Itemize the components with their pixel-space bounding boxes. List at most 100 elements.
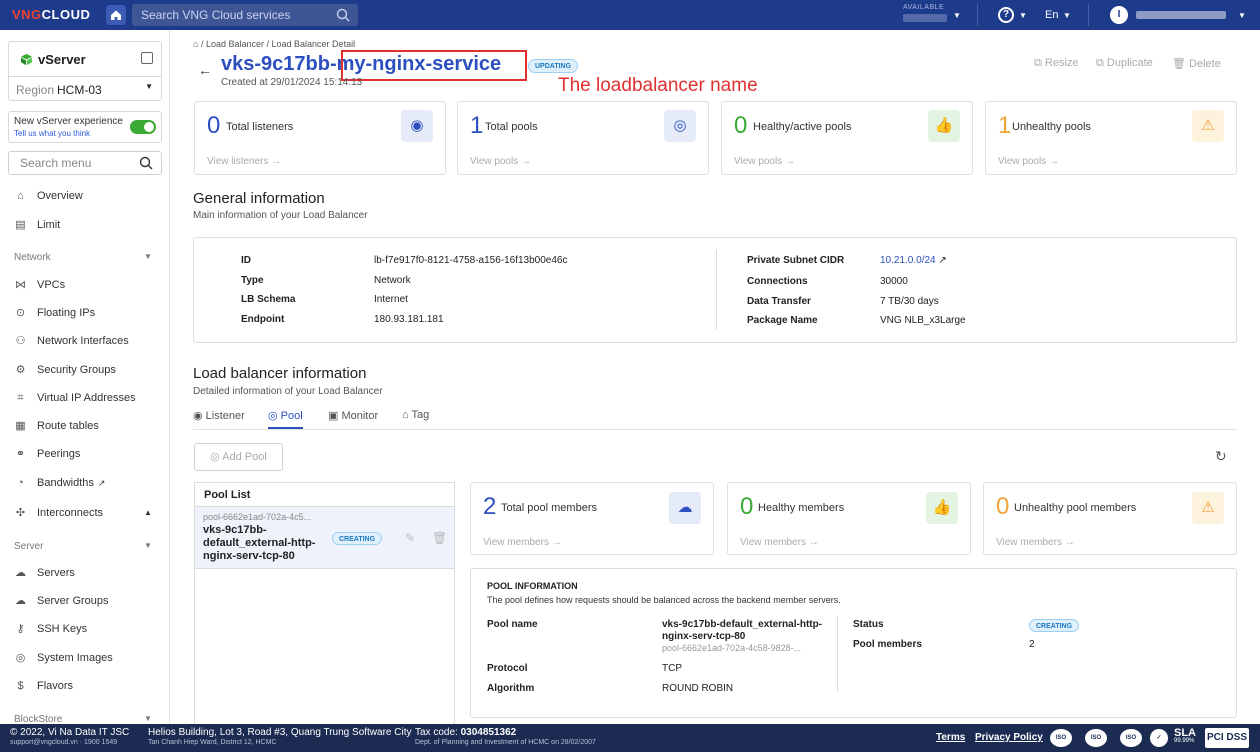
- view-pools-link[interactable]: View pools →: [998, 156, 1059, 167]
- region-selector[interactable]: Region HCM-03 ▼: [9, 76, 161, 101]
- peering-icon: ⚭: [15, 448, 26, 460]
- stat-unhealthy-members: 0 Unhealthy pool members ⚠ View members …: [983, 482, 1237, 555]
- collapse-sidebar-icon[interactable]: [141, 52, 153, 64]
- resize-icon: ⧉: [1034, 57, 1042, 69]
- sidebar-item-security-groups[interactable]: ⚙ Security Groups: [14, 360, 116, 380]
- external-link-icon: ↗: [938, 255, 947, 266]
- tab-monitor[interactable]: ▣ Monitor: [328, 409, 378, 422]
- sidebar-item-virtual-ip[interactable]: ⌗ Virtual IP Addresses: [14, 388, 135, 408]
- status-badge: UPDATING: [528, 59, 579, 73]
- vng-cloud-logo[interactable]: VNGCLOUD: [12, 7, 90, 22]
- view-listeners-link[interactable]: View listeners →: [207, 156, 281, 167]
- terms-link[interactable]: Terms: [936, 732, 965, 743]
- project-selector[interactable]: [903, 14, 947, 22]
- server-group-icon: ☁: [15, 595, 26, 607]
- vserver-icon: [20, 53, 33, 66]
- home-icon: [111, 10, 121, 20]
- iso-badge: ISO: [1120, 729, 1142, 747]
- tax-sub: Dept. of Planning and Investment of HCMC…: [415, 739, 596, 746]
- sidebar-item-limit[interactable]: ▤ Limit: [14, 215, 60, 235]
- security-group-icon: ⚙: [15, 364, 26, 376]
- region-label: Region: [16, 83, 55, 97]
- lb-info-title: Load balancer information: [193, 365, 367, 382]
- pool-info-title: POOL INFORMATION: [487, 581, 578, 591]
- key-icon: ⚷: [16, 623, 25, 635]
- sidebar-item-bandwidths[interactable]: ◔ Bandwidths ↗: [14, 473, 105, 493]
- sidebar-item-flavors[interactable]: $ Flavors: [14, 676, 73, 696]
- stat-total-pools: 1 Total pools ◎ View pools →: [457, 101, 709, 175]
- sidebar-item-vpcs[interactable]: ⋈ VPCs: [14, 275, 65, 295]
- resize-button[interactable]: ⧉ Resize: [1034, 57, 1079, 70]
- chevron-down-icon[interactable]: ▼: [1238, 11, 1246, 20]
- feedback-link[interactable]: Tell us what you think: [14, 129, 90, 138]
- home-button[interactable]: [106, 5, 126, 25]
- sidebar-section-blockstore[interactable]: BlockStore ▼: [14, 714, 152, 724]
- chevron-down-icon: ▼: [144, 541, 152, 550]
- tab-tag[interactable]: ⌂ Tag: [402, 409, 429, 421]
- privacy-policy-link[interactable]: Privacy Policy: [975, 732, 1043, 743]
- sidebar-item-peerings[interactable]: ⚭ Peerings: [14, 444, 81, 464]
- virtual-ip-icon: ⌗: [17, 392, 24, 404]
- image-icon: ◎: [15, 652, 26, 664]
- pool-icon: ◎: [210, 451, 220, 463]
- language-selector[interactable]: En: [1045, 9, 1058, 21]
- view-members-link[interactable]: View members →: [996, 537, 1075, 548]
- sidebar-item-servers[interactable]: ☁ Servers: [14, 563, 75, 583]
- stat-total-pool-members: 2 Total pool members ☁ View members →: [470, 482, 714, 555]
- sidebar-item-network-interfaces[interactable]: ⚇ Network Interfaces: [14, 331, 129, 351]
- chevron-down-icon[interactable]: ▼: [1063, 11, 1071, 20]
- route-table-icon: ▦: [15, 420, 26, 432]
- lb-id: lb-f7e917f0-8121-4758-a156-16f13b00e46c: [374, 255, 568, 266]
- tab-pool[interactable]: ◎ Pool: [268, 409, 303, 429]
- view-members-link[interactable]: View members →: [740, 537, 819, 548]
- home-icon[interactable]: ⌂: [193, 39, 198, 49]
- annotation-text: The loadbalancer name: [558, 75, 758, 96]
- external-link-icon: ↗: [97, 478, 106, 488]
- subnet-cidr-link[interactable]: 10.21.0.0/24 ↗: [880, 255, 947, 266]
- lb-info-subtitle: Detailed information of your Load Balanc…: [193, 386, 383, 397]
- breadcrumb-load-balancer[interactable]: Load Balancer: [206, 39, 264, 49]
- trash-icon[interactable]: 🗑: [432, 531, 447, 545]
- duplicate-button[interactable]: ⧉ Duplicate: [1096, 57, 1153, 70]
- iso-badge: ISO: [1050, 729, 1072, 747]
- view-pools-link[interactable]: View pools →: [734, 156, 795, 167]
- sidebar-item-interconnects[interactable]: ✣ Interconnects ▲: [14, 503, 152, 523]
- tab-bar: ◉ Listener ◎ Pool ▣ Monitor ⌂ Tag: [193, 408, 1237, 430]
- add-pool-button[interactable]: ◎ Add Pool: [194, 443, 283, 471]
- sidebar-item-overview[interactable]: ⌂ Overview: [14, 186, 83, 206]
- user-name[interactable]: [1136, 11, 1226, 19]
- list-item[interactable]: pool-6662e1ad-702a-4c5... vks-9c17bb-def…: [195, 507, 454, 569]
- sidebar-item-floating-ips[interactable]: ⊙ Floating IPs: [14, 303, 95, 323]
- listener-icon: ◉: [401, 110, 433, 142]
- global-search-input[interactable]: Search VNG Cloud services: [132, 4, 358, 26]
- back-arrow-icon[interactable]: ←: [198, 62, 212, 78]
- menu-search-input[interactable]: Search menu: [8, 151, 162, 175]
- new-experience-toggle[interactable]: [130, 120, 156, 134]
- sidebar-item-ssh-keys[interactable]: ⚷ SSH Keys: [14, 619, 87, 639]
- pool-list-header: Pool List: [195, 483, 454, 507]
- edit-icon[interactable]: ✎: [405, 531, 415, 545]
- view-pools-link[interactable]: View pools →: [470, 156, 531, 167]
- status-badge: CREATING: [1029, 619, 1080, 632]
- sidebar-section-network[interactable]: Network ▼: [14, 252, 152, 263]
- sidebar-section-server[interactable]: Server ▼: [14, 541, 152, 552]
- warning-icon: ⚠: [1192, 492, 1224, 524]
- refresh-icon[interactable]: ↻: [1215, 448, 1227, 465]
- view-members-link[interactable]: View members →: [483, 537, 562, 548]
- home-icon: ⌂: [17, 190, 24, 202]
- chevron-down-icon[interactable]: ▼: [953, 11, 961, 20]
- help-icon[interactable]: ?: [998, 7, 1014, 23]
- chevron-down-icon[interactable]: ▼: [1019, 11, 1027, 20]
- thumbs-up-icon: 👍: [928, 110, 960, 142]
- avatar[interactable]: I: [1110, 6, 1128, 24]
- pool-information-box: POOL INFORMATION The pool defines how re…: [470, 568, 1237, 718]
- delete-button[interactable]: 🗑 Delete: [1172, 57, 1221, 70]
- sidebar-item-route-tables[interactable]: ▦ Route tables: [14, 416, 98, 436]
- service-title[interactable]: vServer: [20, 52, 86, 67]
- server-icon: ☁: [15, 567, 26, 579]
- sidebar-item-server-groups[interactable]: ☁ Server Groups: [14, 591, 109, 611]
- tab-listener[interactable]: ◉ Listener: [193, 409, 245, 422]
- general-info-box: ID lb-f7e917f0-8121-4758-a156-16f13b00e4…: [193, 237, 1237, 343]
- sidebar-item-system-images[interactable]: ◎ System Images: [14, 648, 113, 668]
- floating-ip-icon: ⊙: [15, 307, 26, 319]
